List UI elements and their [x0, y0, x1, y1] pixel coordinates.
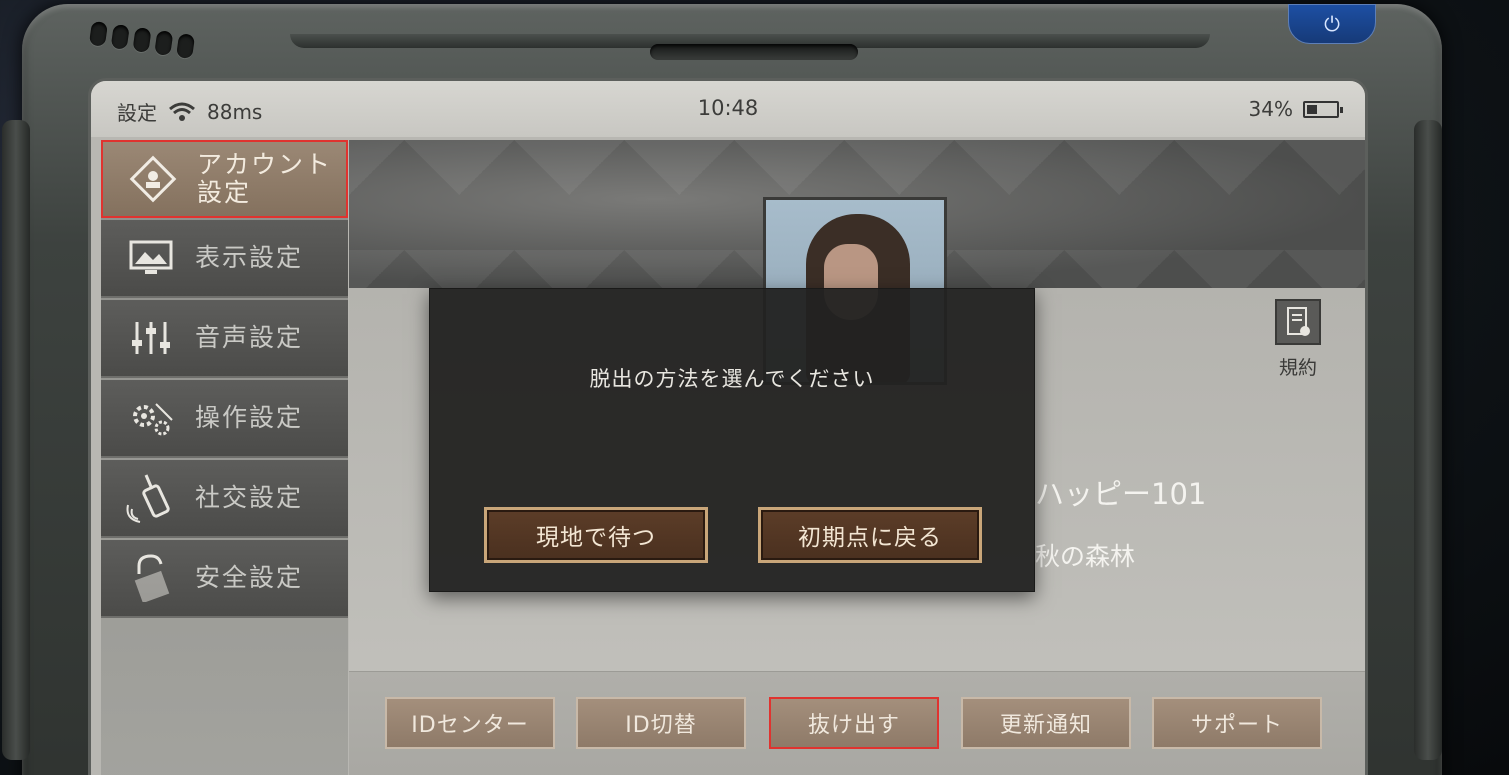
right-rail — [1414, 120, 1442, 760]
clock: 10:48 — [697, 96, 759, 120]
battery-icon — [1303, 100, 1343, 118]
sidebar-item-label: 設定 — [197, 178, 252, 207]
player-name: ハッピー101 — [1035, 477, 1207, 511]
id-switch-button[interactable]: ID切替 — [576, 697, 746, 749]
power-icon: ⏻ — [1324, 12, 1340, 36]
sidebar-item-label: 表示設定 — [195, 243, 304, 272]
support-button[interactable]: サポート — [1152, 697, 1322, 749]
terms-button[interactable]: 規約 — [1263, 299, 1333, 380]
sidebar-item-audio[interactable]: 音声設定 — [101, 300, 348, 378]
sidebar-item-controls[interactable]: 操作設定 — [101, 380, 348, 458]
terms-label: 規約 — [1278, 357, 1317, 379]
vent — [110, 23, 130, 50]
settings-sidebar: アカウント 設定 表示設定 音声設定 操作設定 社交設定 安全設定 — [101, 140, 348, 775]
wait-here-button[interactable]: 現地で待つ — [484, 507, 708, 563]
sidebar-item-label: 操作設定 — [195, 403, 304, 432]
lock-icon — [119, 550, 183, 606]
sidebar-item-security[interactable]: 安全設定 — [101, 540, 348, 618]
battery-percent: 34% — [1248, 97, 1293, 121]
sidebar-item-label: 社交設定 — [195, 483, 304, 512]
return-to-spawn-button[interactable]: 初期点に戻る — [758, 507, 982, 563]
id-center-button[interactable]: IDセンター — [385, 697, 555, 749]
frame-vents — [88, 20, 196, 60]
document-icon — [1275, 299, 1321, 345]
status-bar: 設定 88ms 10:48 34% — [91, 81, 1365, 137]
sidebar-item-display[interactable]: 表示設定 — [101, 220, 348, 298]
dialog-title: 脱出の方法を選んでください — [589, 367, 875, 391]
account-card-icon — [121, 151, 185, 207]
power-button[interactable]: ⏻ — [1288, 4, 1376, 44]
walkie-talkie-icon — [119, 470, 183, 526]
vent — [88, 20, 109, 47]
vent — [175, 33, 196, 60]
escape-method-dialog: 脱出の方法を選んでください 現地で待つ 初期点に戻る — [429, 288, 1035, 592]
sidebar-item-account[interactable]: アカウント 設定 — [101, 140, 348, 218]
vent — [154, 30, 174, 57]
left-rail — [2, 120, 30, 760]
status-right: 34% — [1248, 97, 1343, 121]
tablet-screen: 設定 88ms 10:48 34% アカウント 設定 表示設定 音声設定 操作設… — [88, 78, 1368, 775]
display-icon — [119, 230, 183, 286]
escape-button[interactable]: 抜け出す — [769, 697, 939, 749]
sidebar-item-label: 音声設定 — [195, 323, 304, 352]
server-name: 秋の森林 — [1035, 542, 1136, 571]
battery-fill — [1307, 104, 1317, 114]
sliders-icon — [119, 310, 183, 366]
vent — [132, 27, 152, 53]
gears-icon — [119, 390, 183, 446]
sidebar-item-social[interactable]: 社交設定 — [101, 460, 348, 538]
frame-speaker-slot — [650, 44, 858, 60]
update-notice-button[interactable]: 更新通知 — [961, 697, 1131, 749]
sidebar-item-label: アカウント — [197, 150, 333, 179]
sidebar-item-label: 安全設定 — [195, 563, 304, 592]
